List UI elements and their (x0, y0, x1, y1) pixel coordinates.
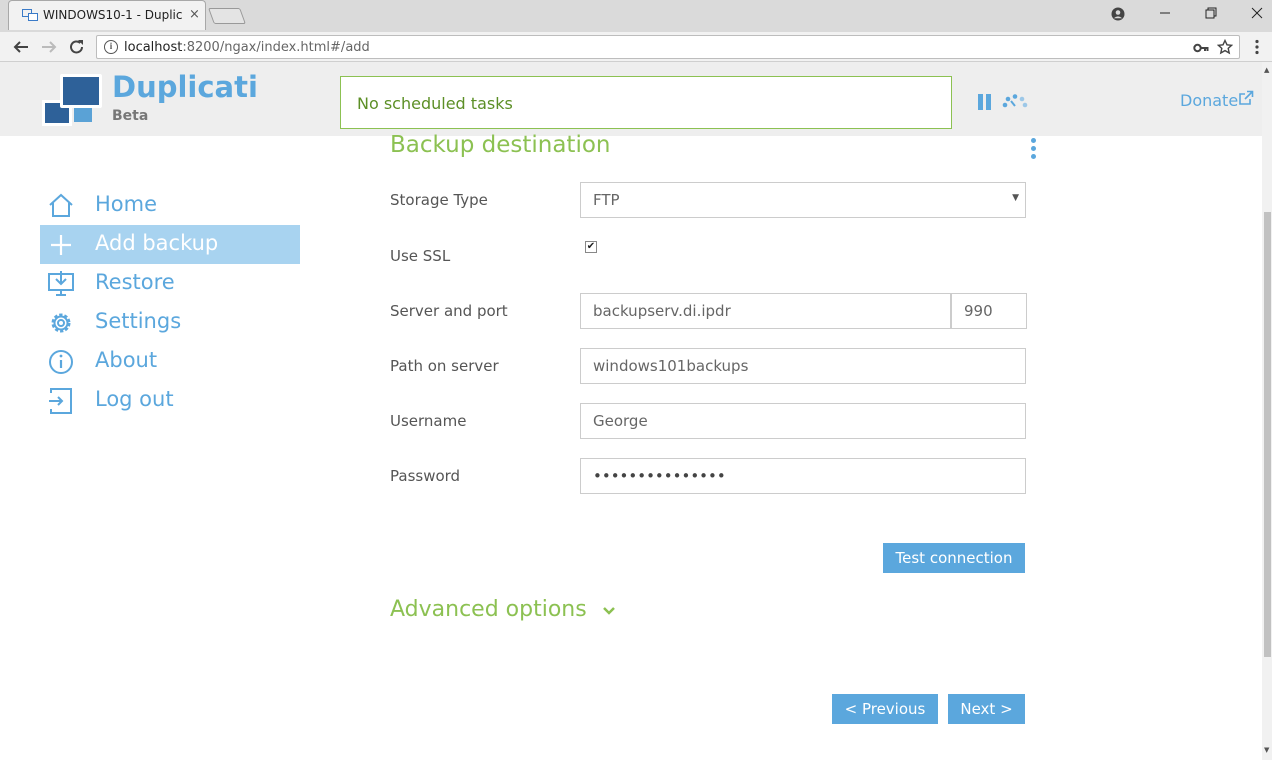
back-arrow-icon[interactable] (12, 39, 30, 55)
browser-tab-bar: WINDOWS10-1 - Duplicati × (0, 0, 1272, 32)
key-icon[interactable] (1193, 41, 1209, 55)
brand-name[interactable]: Duplicati (112, 70, 258, 104)
status-box: No scheduled tasks (340, 76, 952, 129)
site-info-icon[interactable]: i (104, 40, 118, 54)
bookmark-star-icon[interactable] (1217, 39, 1233, 55)
url-host: localhost (124, 40, 183, 55)
use-ssl-checkbox[interactable]: ✔ (585, 241, 597, 253)
status-text: No scheduled tasks (357, 94, 513, 113)
sidebar-item-home[interactable]: Home (40, 186, 300, 225)
sidebar-item-restore[interactable]: Restore (40, 264, 300, 303)
forward-arrow-icon[interactable] (40, 39, 58, 55)
sidebar-item-add-backup[interactable]: Add backup (40, 225, 300, 264)
duplicati-logo-icon[interactable] (42, 74, 104, 128)
restore-icon (48, 271, 74, 296)
home-icon (49, 193, 73, 217)
storage-type-select[interactable]: FTP ▼ (580, 182, 1026, 218)
previous-button[interactable]: < Previous (832, 694, 938, 724)
storage-type-value: FTP (593, 191, 620, 209)
address-bar[interactable]: i localhost:8200/ngax/index.html#/add (96, 35, 1240, 59)
info-icon (49, 350, 73, 374)
scrollbar-thumb[interactable] (1264, 212, 1271, 657)
minimize-icon[interactable] (1158, 6, 1172, 20)
port-value: 990 (964, 302, 993, 320)
browser-tab[interactable]: WINDOWS10-1 - Duplicati × (8, 0, 206, 30)
external-link-icon[interactable] (1238, 90, 1254, 106)
gear-icon (51, 313, 71, 333)
sidebar-item-settings[interactable]: Settings (40, 303, 300, 342)
donate-link[interactable]: Donate (1180, 91, 1238, 110)
monitor-favicon-icon (22, 9, 38, 21)
username-input[interactable]: George (580, 403, 1026, 439)
reload-icon[interactable] (68, 39, 86, 55)
throttle-speed-icon[interactable] (1002, 94, 1028, 108)
username-label: Username (390, 412, 467, 430)
app-header: Duplicati Beta No scheduled tasks Donate (0, 62, 1262, 136)
advanced-options-label: Advanced options (390, 597, 587, 622)
path-label: Path on server (390, 357, 499, 375)
tab-title: WINDOWS10-1 - Duplicati (43, 8, 183, 22)
use-ssl-label: Use SSL (390, 247, 451, 265)
section-title: Backup destination (390, 132, 611, 158)
pause-icon[interactable] (978, 94, 991, 110)
logout-icon (49, 388, 72, 414)
more-options-icon[interactable] (1031, 138, 1037, 160)
username-value: George (593, 412, 648, 430)
password-label: Password (390, 467, 461, 485)
user-profile-icon[interactable] (1110, 6, 1126, 22)
server-input[interactable]: backupserv.di.ipdr (580, 293, 951, 329)
password-input[interactable]: ••••••••••••••• (580, 458, 1026, 494)
sidebar-item-label: Restore (95, 270, 175, 294)
new-tab-button[interactable] (208, 8, 246, 24)
sidebar-item-label: About (95, 348, 158, 372)
server-port-label: Server and port (390, 302, 508, 320)
sidebar-item-logout[interactable]: Log out (40, 381, 300, 420)
test-connection-button[interactable]: Test connection (883, 543, 1025, 573)
advanced-options-toggle[interactable]: Advanced options (390, 597, 616, 622)
tab-close-icon[interactable]: × (189, 7, 200, 22)
url-text: localhost:8200/ngax/index.html#/add (124, 40, 370, 55)
sidebar-item-label: Home (95, 192, 158, 216)
next-button[interactable]: Next > (948, 694, 1025, 724)
sidebar-nav: Home Add backup Restore Settings About L… (40, 186, 300, 420)
plus-icon (51, 235, 71, 255)
sidebar-item-about[interactable]: About (40, 342, 300, 381)
sidebar-item-label: Log out (95, 387, 174, 411)
page-scrollbar[interactable]: ▲ ▼ (1262, 62, 1272, 760)
scroll-down-arrow-icon[interactable]: ▼ (1264, 746, 1269, 754)
storage-type-label: Storage Type (390, 191, 488, 209)
scroll-up-arrow-icon[interactable]: ▲ (1264, 66, 1269, 74)
chevron-down-icon (602, 607, 615, 615)
path-input[interactable]: windows101backups (580, 348, 1026, 384)
path-value: windows101backups (593, 357, 749, 375)
port-input[interactable]: 990 (951, 293, 1027, 329)
sidebar-item-label: Add backup (95, 231, 219, 255)
dropdown-caret-icon: ▼ (1012, 193, 1019, 203)
page: Duplicati Beta No scheduled tasks Donate (0, 62, 1262, 760)
close-window-icon[interactable] (1250, 6, 1264, 20)
url-path: :8200/ngax/index.html#/add (182, 40, 370, 55)
password-value: ••••••••••••••• (593, 467, 726, 485)
brand-subtitle: Beta (112, 108, 149, 124)
browser-menu-icon[interactable] (1254, 39, 1260, 55)
sidebar-item-label: Settings (95, 309, 182, 333)
restore-window-icon[interactable] (1204, 6, 1218, 20)
server-value: backupserv.di.ipdr (593, 302, 731, 320)
browser-toolbar: i localhost:8200/ngax/index.html#/add (0, 32, 1272, 62)
